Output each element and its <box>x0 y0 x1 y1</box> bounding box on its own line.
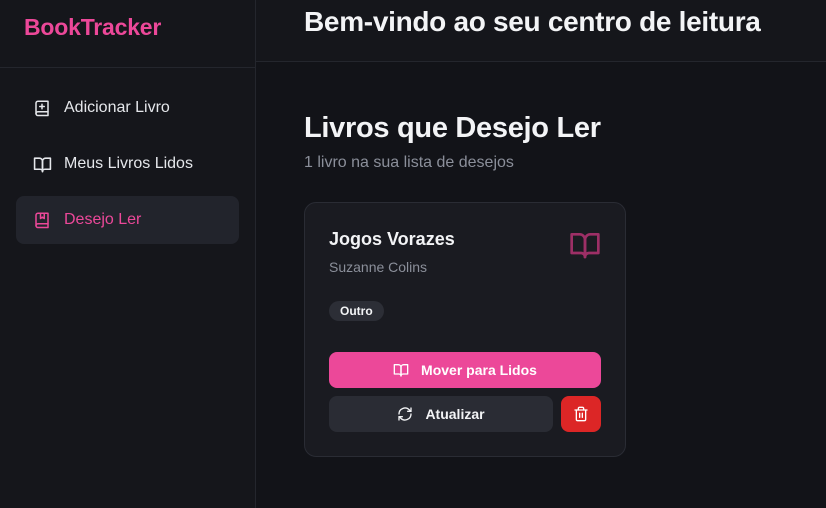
sidebar-item-label: Meus Livros Lidos <box>64 155 193 172</box>
sidebar-nav: Adicionar Livro Meus Livros Lidos Desejo… <box>0 68 255 244</box>
book-plus-icon <box>32 98 52 118</box>
move-to-read-button[interactable]: Mover para Lidos <box>329 352 601 388</box>
update-button[interactable]: Atualizar <box>329 396 553 432</box>
book-open-icon <box>569 229 601 261</box>
bookmark-book-icon <box>32 210 52 230</box>
brand-logo-text[interactable]: BookTracker <box>24 14 161 40</box>
main-content: Livros que Desejo Ler 1 livro na sua lis… <box>256 62 826 508</box>
book-title: Jogos Vorazes <box>329 229 455 249</box>
book-open-icon <box>393 362 409 378</box>
book-open-icon <box>32 154 52 174</box>
sidebar: BookTracker Adicionar Livro Meus Livros … <box>0 0 256 508</box>
refresh-icon <box>397 406 413 422</box>
top-bar: Bem-vindo ao seu centro de leitura <box>256 0 826 62</box>
trash-icon <box>573 406 589 422</box>
page-welcome-title: Bem-vindo ao seu centro de leitura <box>304 6 761 37</box>
section-subtitle: 1 livro na sua lista de desejos <box>304 154 514 171</box>
sidebar-item-adicionar-livro[interactable]: Adicionar Livro <box>16 84 239 132</box>
move-button-label: Mover para Lidos <box>421 362 537 378</box>
update-button-label: Atualizar <box>425 406 485 422</box>
genre-badge: Outro <box>329 301 384 321</box>
sidebar-item-desejo-ler[interactable]: Desejo Ler <box>16 196 239 244</box>
sidebar-item-label: Adicionar Livro <box>64 99 170 116</box>
section-title: Livros que Desejo Ler <box>304 112 601 144</box>
brand: BookTracker <box>0 0 255 68</box>
book-author: Suzanne Colins <box>329 259 428 275</box>
book-card: Jogos Vorazes Suzanne Colins Outro Mover… <box>304 202 626 457</box>
sidebar-item-meus-livros-lidos[interactable]: Meus Livros Lidos <box>16 140 239 188</box>
delete-button[interactable] <box>561 396 601 432</box>
sidebar-item-label: Desejo Ler <box>64 211 142 228</box>
